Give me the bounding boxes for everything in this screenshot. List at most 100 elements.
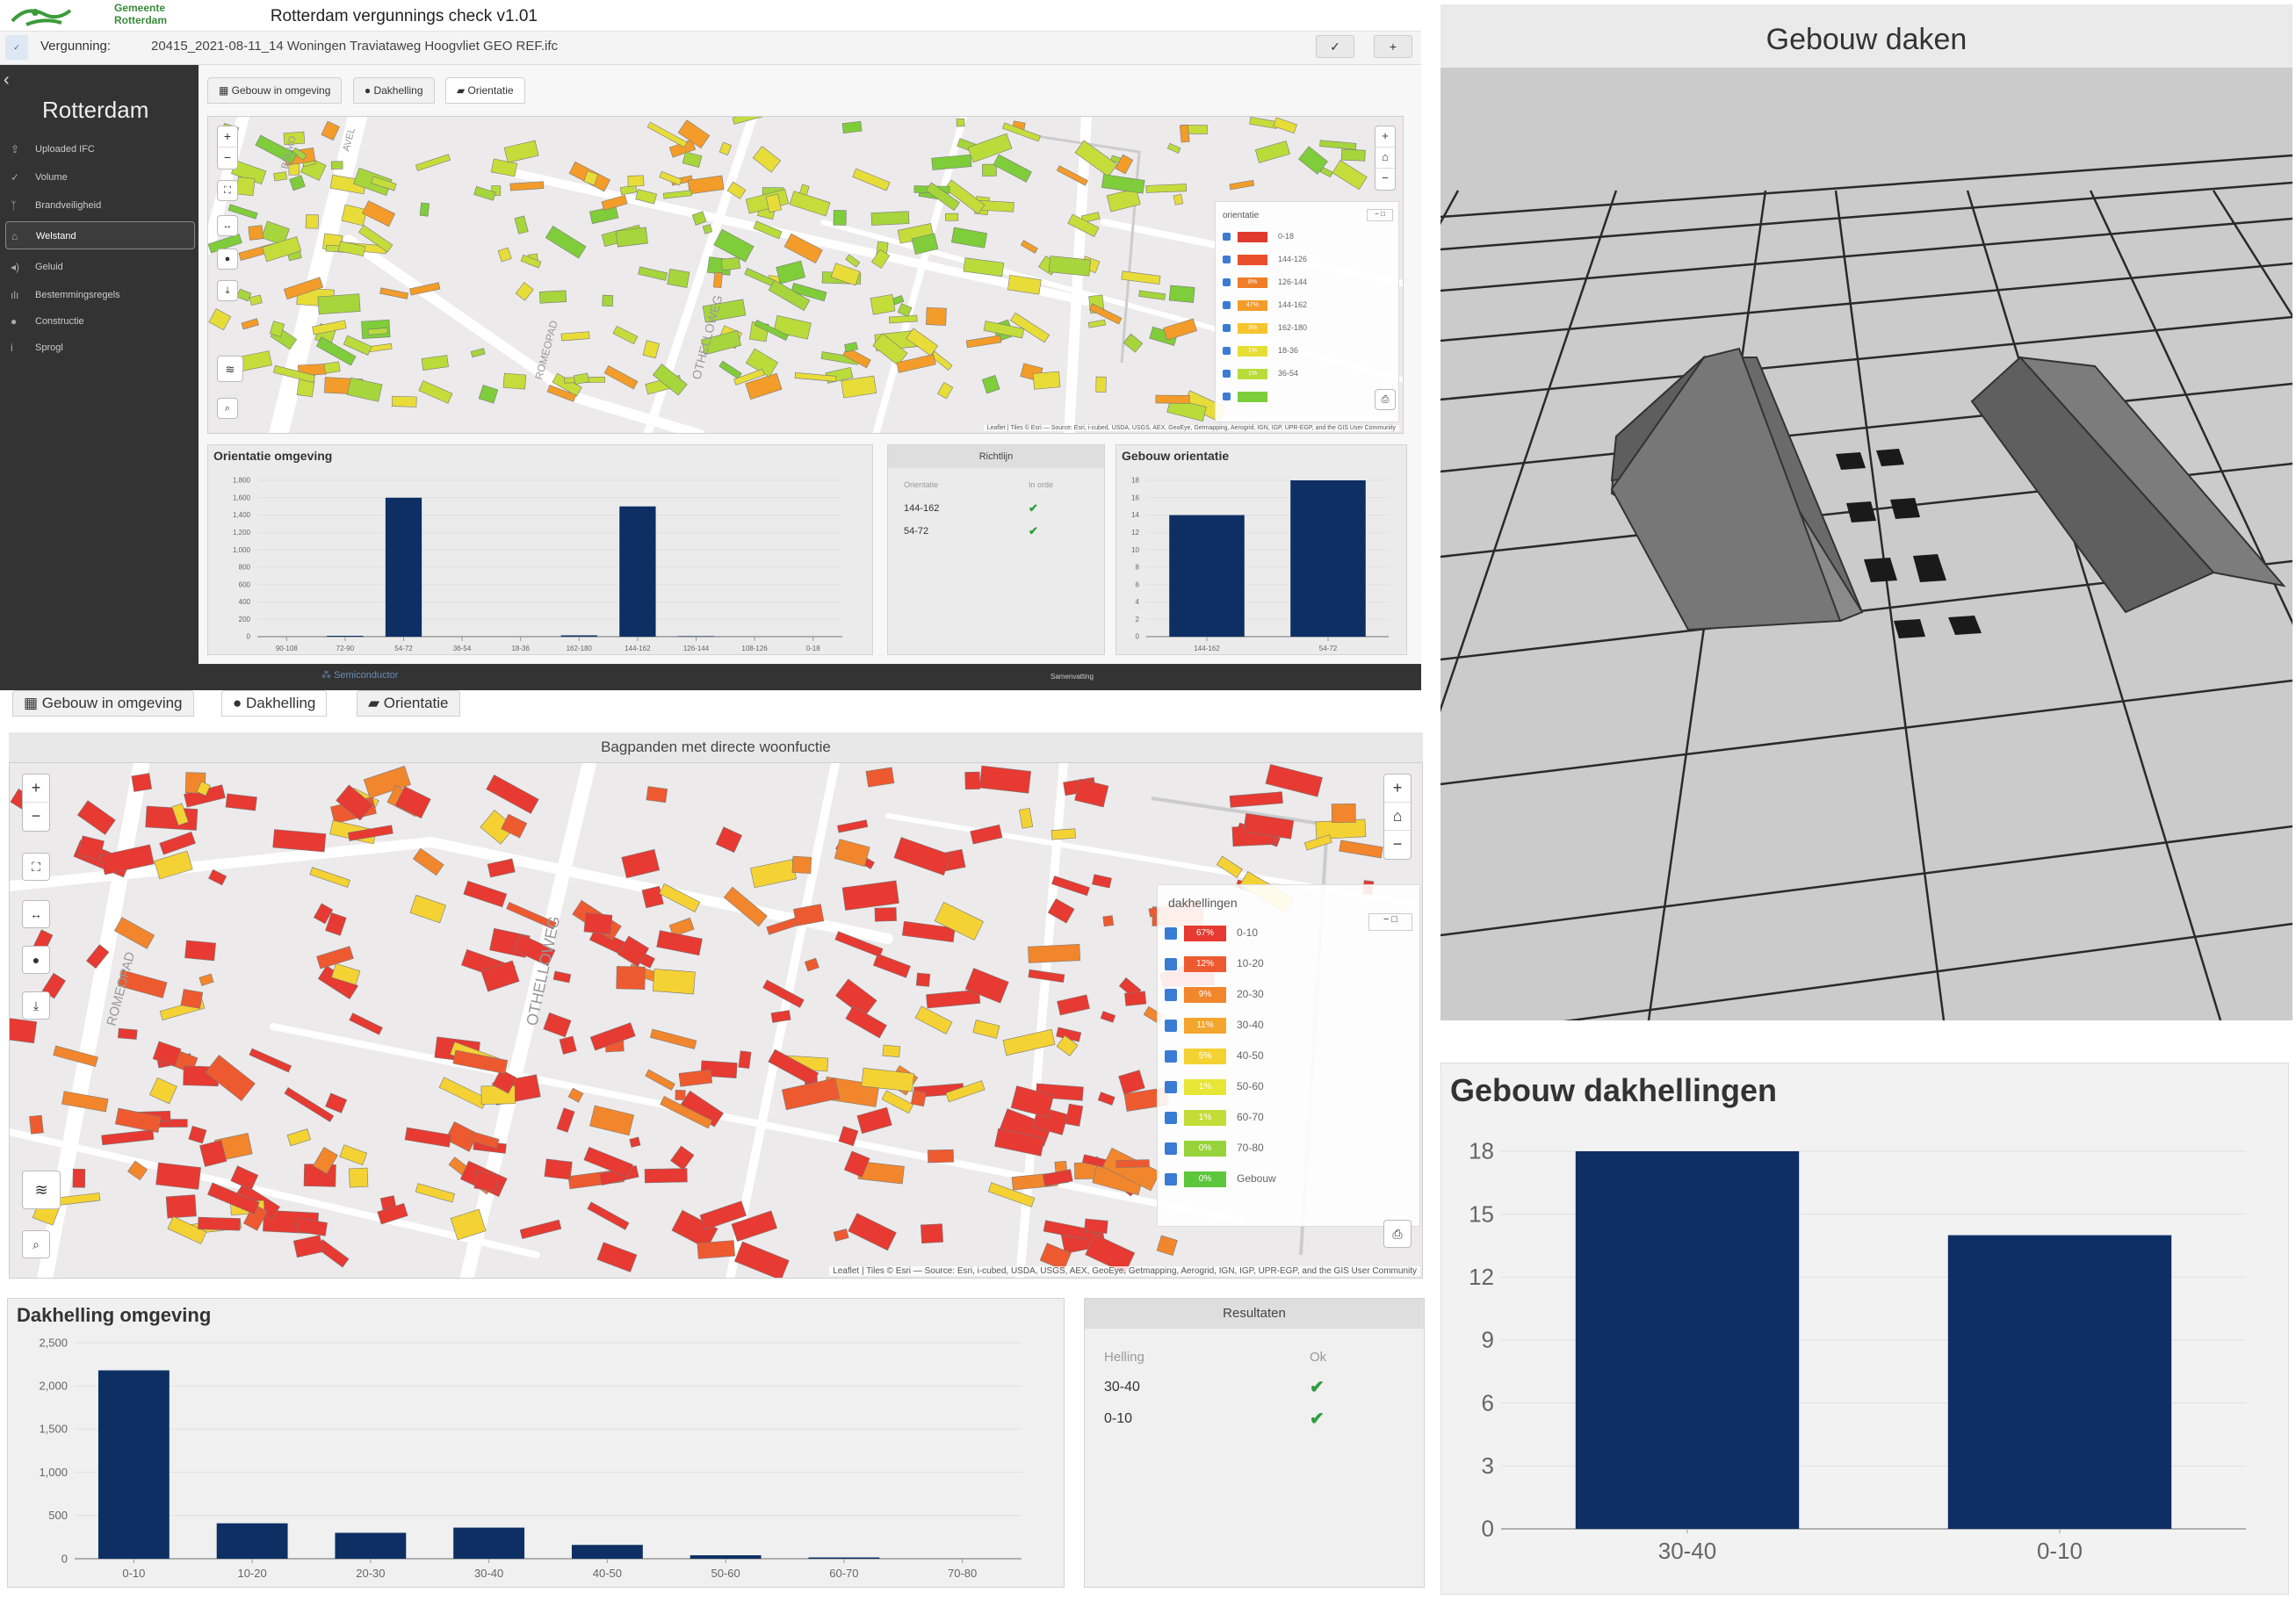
confirm-button[interactable]: ✓ — [1316, 35, 1354, 58]
building-footprint[interactable] — [848, 1213, 897, 1251]
building-footprint[interactable] — [981, 374, 1000, 394]
building-footprint[interactable] — [379, 287, 409, 299]
building-footprint[interactable] — [964, 771, 980, 790]
building-footprint[interactable] — [404, 1127, 452, 1148]
orientation-map[interactable]: OTHELLOWEG ROMEOPAD BELMO AVEL + − ⛶ ↔ ●… — [207, 116, 1404, 434]
building-footprint[interactable] — [188, 1125, 207, 1144]
building-footprint[interactable] — [421, 355, 449, 371]
legend-row[interactable]: 3% 162-180 — [1223, 320, 1307, 337]
building-footprint[interactable] — [945, 213, 959, 221]
building-footprint[interactable] — [1092, 874, 1112, 889]
building-footprint[interactable] — [349, 1167, 369, 1188]
building-footprint[interactable] — [1118, 1070, 1145, 1095]
building-footprint[interactable] — [1100, 1011, 1116, 1023]
legend-row[interactable]: 5% 40-50 — [1165, 1045, 1264, 1064]
building-footprint[interactable] — [1179, 124, 1190, 143]
building-footprint[interactable] — [1065, 1103, 1084, 1127]
building-footprint[interactable] — [1097, 1092, 1116, 1106]
legend-row[interactable]: 8% 126-144 — [1223, 274, 1307, 292]
legend-checkbox[interactable] — [1165, 988, 1177, 1001]
building-footprint[interactable] — [750, 859, 798, 889]
home-icon[interactable]: ⌂ — [1384, 803, 1411, 831]
legend-row[interactable]: 1% 50-60 — [1165, 1076, 1264, 1095]
legend-collapse-button[interactable]: − □ — [1367, 209, 1393, 221]
building-footprint[interactable] — [131, 773, 153, 792]
legend-checkbox[interactable] — [1223, 256, 1231, 264]
legend-checkbox[interactable] — [1223, 347, 1231, 356]
building-footprint[interactable] — [317, 293, 361, 315]
building-footprint[interactable] — [325, 1092, 348, 1114]
building-footprint[interactable] — [470, 348, 486, 358]
bar[interactable] — [619, 506, 656, 637]
building-footprint[interactable] — [1116, 1159, 1150, 1168]
building-footprint[interactable] — [972, 1020, 1000, 1039]
legend-checkbox[interactable] — [1165, 1019, 1177, 1032]
sidebar-item-brandveiligheid[interactable]: ᛉ Brandveiligheid — [5, 191, 195, 220]
legend-checkbox[interactable] — [1223, 301, 1231, 310]
measure-icon[interactable]: ↔ — [22, 900, 50, 928]
tab-gebouw-in-omgeving[interactable]: ▦ Gebouw in omgeving — [207, 77, 343, 104]
building-footprint[interactable] — [874, 907, 897, 922]
building-footprint[interactable] — [856, 1106, 892, 1135]
building-footprint[interactable] — [438, 1077, 488, 1109]
building-footprint[interactable] — [753, 220, 783, 240]
building-footprint[interactable] — [339, 1144, 368, 1165]
sidebar-item-volume[interactable]: ✓ Volume — [5, 163, 195, 191]
bar[interactable] — [335, 1532, 407, 1559]
footer-link[interactable]: Samenvatting — [1051, 673, 1094, 681]
building-footprint[interactable] — [272, 829, 327, 853]
tab-orientatie[interactable]: ▰ Orientatie — [357, 690, 460, 717]
legend-row[interactable]: 11% 30-40 — [1165, 1014, 1264, 1034]
sidebar-item-uploaded-ifc[interactable]: ⇪ Uploaded IFC — [5, 135, 195, 163]
building-footprint[interactable] — [804, 957, 819, 972]
bar[interactable] — [808, 1557, 880, 1559]
locate-icon[interactable]: ● — [217, 249, 238, 270]
building-footprint[interactable] — [503, 140, 539, 163]
building-footprint[interactable] — [544, 1158, 573, 1180]
tab-dakhelling[interactable]: ● Dakhelling — [352, 77, 435, 104]
zoom-in-button[interactable]: + — [218, 126, 237, 148]
building-footprint[interactable] — [844, 342, 858, 353]
building-footprint[interactable] — [888, 314, 918, 324]
download-icon[interactable]: ⤓ — [22, 991, 50, 1020]
building-footprint[interactable] — [72, 1168, 86, 1188]
building-footprint[interactable] — [687, 175, 725, 195]
bar[interactable] — [1169, 515, 1245, 637]
building-footprint[interactable] — [837, 819, 869, 833]
building-footprint[interactable] — [514, 215, 529, 234]
legend-row[interactable]: 1% 36-54 — [1223, 365, 1298, 383]
legend-row[interactable]: 144-126 — [1223, 251, 1307, 269]
building-footprint[interactable] — [519, 1219, 562, 1240]
building-footprint[interactable] — [305, 214, 319, 229]
building-footprint[interactable] — [184, 940, 216, 962]
building-footprint[interactable] — [649, 1028, 697, 1049]
building-footprint[interactable] — [1173, 193, 1184, 205]
fullscreen-icon[interactable]: ⛶ — [22, 853, 50, 881]
building-footprint[interactable] — [870, 211, 910, 226]
building-footprint[interactable] — [1084, 1218, 1108, 1234]
building-footprint[interactable] — [872, 953, 911, 978]
building-footprint[interactable] — [1319, 140, 1357, 150]
building-footprint[interactable] — [965, 335, 1002, 349]
building-footprint[interactable] — [1229, 179, 1255, 191]
legend-checkbox[interactable] — [1165, 1080, 1177, 1093]
legend-checkbox[interactable] — [1223, 370, 1231, 378]
bar[interactable] — [97, 1370, 170, 1559]
building-footprint[interactable] — [249, 1048, 292, 1073]
legend-row[interactable]: 0-18 — [1223, 228, 1294, 246]
building-footprint[interactable] — [1095, 376, 1107, 393]
collapse-icon[interactable]: ‹ — [4, 70, 10, 90]
building-footprint[interactable] — [715, 826, 743, 854]
building-footprint[interactable] — [841, 880, 899, 911]
print-icon[interactable]: ⎙ — [1375, 389, 1396, 410]
building-footprint[interactable] — [882, 1044, 901, 1058]
building-footprint[interactable] — [914, 1005, 953, 1034]
building-footprint[interactable] — [412, 847, 444, 876]
building-footprint[interactable] — [10, 1018, 38, 1044]
building-footprint[interactable] — [1051, 876, 1090, 897]
building-footprint[interactable] — [627, 175, 645, 187]
building-footprint[interactable] — [273, 171, 288, 182]
building-footprint[interactable] — [418, 380, 453, 404]
building-footprint[interactable] — [833, 210, 847, 226]
building-footprint[interactable] — [199, 1140, 227, 1167]
